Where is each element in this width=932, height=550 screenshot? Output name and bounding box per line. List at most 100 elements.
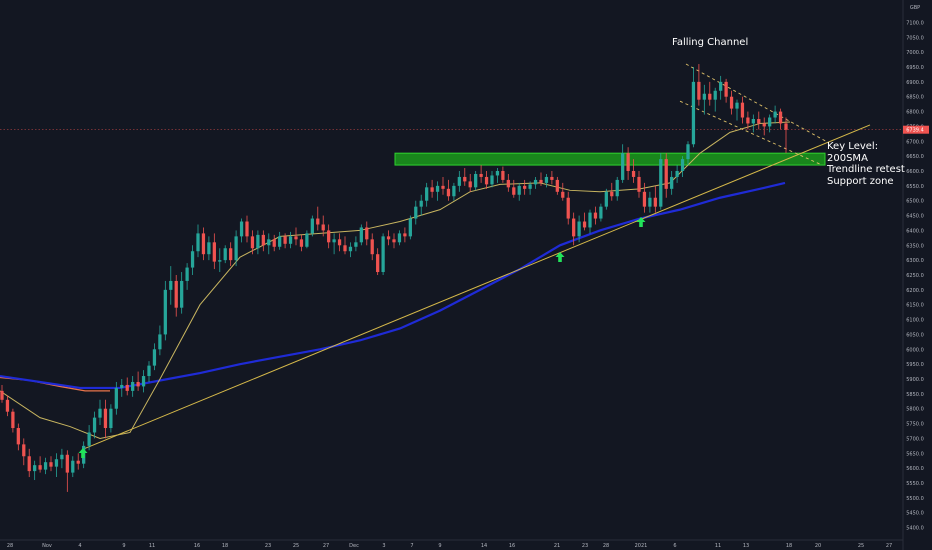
candle-body (147, 365, 151, 377)
candle-body (615, 179, 619, 197)
x-tick-label: 9 (122, 543, 125, 549)
candle-body (653, 197, 657, 207)
candle-body (316, 218, 320, 225)
candle-body (555, 179, 559, 192)
x-tick-label: 28 (7, 543, 13, 549)
candle-body (664, 159, 668, 189)
x-tick-label: 23 (265, 543, 271, 549)
price-chart[interactable]: GBP 5400.0 5450.0 5500.0 5550.0 5600.0 5650.0 5… (0, 0, 932, 550)
candle-body (642, 191, 647, 207)
candle-body (778, 111, 783, 124)
candle-body (386, 236, 391, 240)
candle-body (550, 176, 554, 180)
candle-body (229, 248, 233, 261)
candle-body (670, 176, 674, 189)
key-level-line-4: Support zone (827, 175, 894, 187)
candle-body (218, 260, 222, 262)
x-tick-label: 13 (743, 543, 749, 549)
y-tick-label: 5750.0 (906, 422, 924, 428)
candle-body (272, 239, 276, 247)
candle-body (713, 90, 717, 100)
candle-body (33, 465, 37, 472)
candle-body (201, 233, 206, 255)
candle-body (98, 408, 102, 418)
candle-body (762, 123, 766, 127)
candle-body (169, 280, 173, 290)
candle-body (38, 465, 42, 470)
y-tick-label: 6550.0 (906, 184, 924, 190)
candle-body (103, 408, 108, 429)
candle-body (27, 456, 31, 472)
x-tick-label: 9 (438, 543, 441, 549)
y-tick-label: 5500.0 (906, 496, 924, 502)
candle-body (430, 187, 434, 192)
candle-body (60, 454, 64, 460)
y-tick-label: 7000.0 (906, 50, 924, 56)
x-tick-label: 16 (509, 543, 515, 549)
currency-label: GBP (910, 5, 920, 11)
candle-body (490, 175, 494, 185)
candle-body (757, 119, 761, 124)
y-tick-label: 6650.0 (906, 154, 924, 160)
candle-body (141, 376, 146, 387)
x-tick-label: Nov (42, 543, 52, 549)
candle-body (196, 233, 200, 252)
candle-body (49, 462, 53, 467)
candle-body (479, 173, 483, 177)
candle-body (43, 462, 48, 470)
candle-body (212, 242, 216, 262)
candle-body (261, 234, 265, 246)
candle-body (419, 200, 423, 207)
candle-body (659, 159, 663, 207)
candle-body (724, 81, 728, 97)
candle-body (648, 197, 652, 207)
candle-body (337, 239, 342, 246)
candle-body (180, 280, 184, 308)
support-arrow-icon (78, 448, 88, 458)
candle-body (131, 381, 135, 391)
candle-body (446, 188, 451, 197)
candle-body (71, 460, 75, 473)
candle-body (245, 221, 249, 237)
candle-body (544, 176, 549, 183)
y-tick-label: 7050.0 (906, 35, 924, 41)
x-tick-label: 25 (293, 543, 299, 549)
y-tick-label: 5400.0 (906, 526, 924, 532)
candle-body (223, 248, 227, 261)
candle-body (675, 171, 679, 177)
candle-body (114, 387, 118, 409)
candle-body (408, 218, 412, 237)
candle-body (599, 206, 603, 219)
y-tick-label: 5700.0 (906, 436, 924, 442)
candle-body (533, 179, 538, 185)
y-tick-label: 7100.0 (906, 20, 924, 26)
candle-body (604, 191, 608, 207)
support-zone (394, 152, 826, 166)
candle-body (348, 246, 353, 252)
candle-body (572, 218, 576, 237)
candle-body (376, 254, 380, 273)
y-tick-label: 5550.0 (906, 481, 924, 487)
candle-body (441, 185, 445, 189)
y-tick-label: 6450.0 (906, 214, 924, 220)
candle-body (332, 239, 336, 243)
y-tick-label: 6100.0 (906, 318, 924, 324)
candle-body (65, 454, 69, 473)
candle-body (414, 206, 418, 219)
x-tick-label: 6 (673, 543, 676, 549)
x-tick-label: 3 (382, 543, 385, 549)
y-tick-label: 6000.0 (906, 347, 924, 353)
y-tick-label: 5950.0 (906, 362, 924, 368)
x-tick-label: 20 (815, 543, 821, 549)
candle-body (239, 221, 244, 237)
sma50-line (0, 121, 791, 439)
y-tick-label: 6850.0 (906, 95, 924, 101)
key-level-line-2: 200SMA (827, 152, 868, 164)
y-tick-label: 5450.0 (906, 511, 924, 517)
last-price-label: 6739.4 (906, 128, 924, 134)
key-level-note: Key Level: 200SMA Trendline retest Suppo… (827, 141, 905, 187)
candle-body (310, 218, 314, 234)
x-tick-label: 16 (194, 543, 200, 549)
candle-body (174, 280, 178, 308)
candle-body (582, 221, 587, 228)
